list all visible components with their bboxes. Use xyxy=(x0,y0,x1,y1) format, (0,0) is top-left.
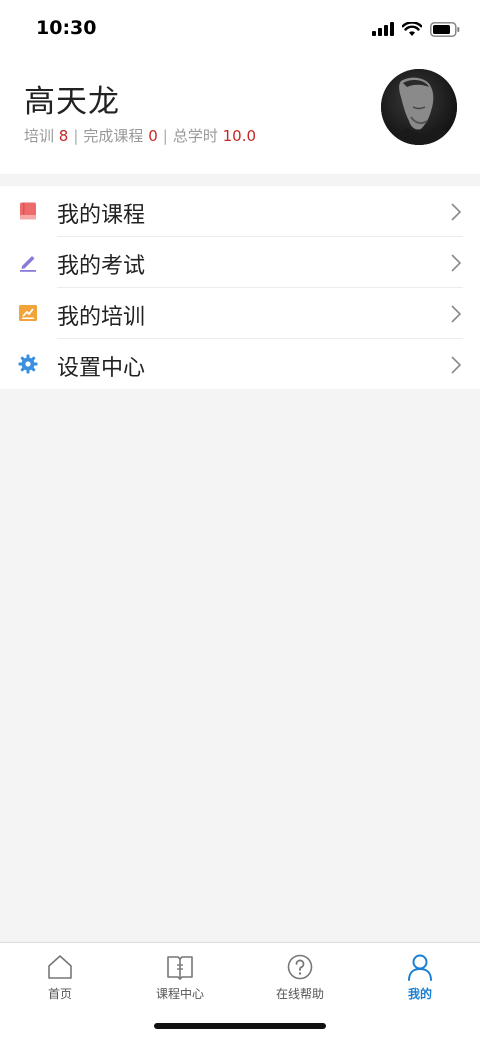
help-icon xyxy=(287,954,313,980)
tab-home[interactable]: 首页 xyxy=(0,943,120,1007)
stat-separator: | xyxy=(162,127,168,145)
home-indicator[interactable] xyxy=(154,1023,326,1029)
stat-completed-value: 0 xyxy=(148,127,158,145)
tab-label: 课程中心 xyxy=(155,987,204,1001)
menu-item-my-training[interactable]: 我的培训 xyxy=(0,288,480,339)
menu-item-settings[interactable]: 设置中心 xyxy=(0,339,480,390)
status-time: 10:30 xyxy=(36,17,97,39)
stat-hours-label: 总学时 xyxy=(172,127,218,145)
tab-label: 我的 xyxy=(407,987,432,1001)
stat-completed-label: 完成课程 xyxy=(83,127,144,145)
open-book-icon xyxy=(167,956,193,980)
profile-header: 高天龙 培训 8 | 完成课程 0 | 总学时 10.0 xyxy=(0,58,480,174)
status-bar: 10:30 xyxy=(0,0,480,58)
training-icon xyxy=(19,305,37,321)
user-name: 高天龙 xyxy=(24,84,120,120)
stat-separator: | xyxy=(73,127,79,145)
wifi-icon xyxy=(402,21,422,36)
avatar[interactable] xyxy=(381,69,457,145)
menu-item-my-courses[interactable]: 我的课程 xyxy=(0,186,480,237)
user-icon xyxy=(408,954,432,981)
avatar-portrait xyxy=(381,69,457,145)
user-stats: 培训 8 | 完成课程 0 | 总学时 10.0 xyxy=(24,125,256,146)
chevron-right-icon xyxy=(451,254,462,272)
stat-hours-value: 10.0 xyxy=(222,127,257,145)
menu-item-label: 设置中心 xyxy=(57,356,146,381)
tab-mine[interactable]: 我的 xyxy=(360,943,480,1007)
pencil-icon xyxy=(20,256,36,272)
stat-training-label: 培训 xyxy=(24,127,55,145)
gear-icon xyxy=(18,354,38,374)
stat-training-value: 8 xyxy=(58,127,69,145)
home-icon xyxy=(48,955,72,979)
book-icon xyxy=(20,202,36,220)
battery-icon xyxy=(430,21,460,37)
menu-item-label: 我的培训 xyxy=(57,305,146,330)
tab-label: 首页 xyxy=(47,987,72,1001)
tab-online-help[interactable]: 在线帮助 xyxy=(240,943,360,1007)
menu-item-label: 我的考试 xyxy=(57,254,146,279)
chevron-right-icon xyxy=(451,203,462,221)
signal-icon xyxy=(372,22,394,36)
chevron-right-icon xyxy=(451,356,462,374)
menu-list: 我的课程 我的考试 我的培训 设置中心 xyxy=(0,186,480,389)
tab-label: 在线帮助 xyxy=(275,987,324,1001)
menu-item-my-exams[interactable]: 我的考试 xyxy=(0,237,480,288)
status-icons xyxy=(372,20,460,38)
menu-item-label: 我的课程 xyxy=(57,203,146,228)
chevron-right-icon xyxy=(451,305,462,323)
tab-course-center[interactable]: 课程中心 xyxy=(120,943,240,1007)
